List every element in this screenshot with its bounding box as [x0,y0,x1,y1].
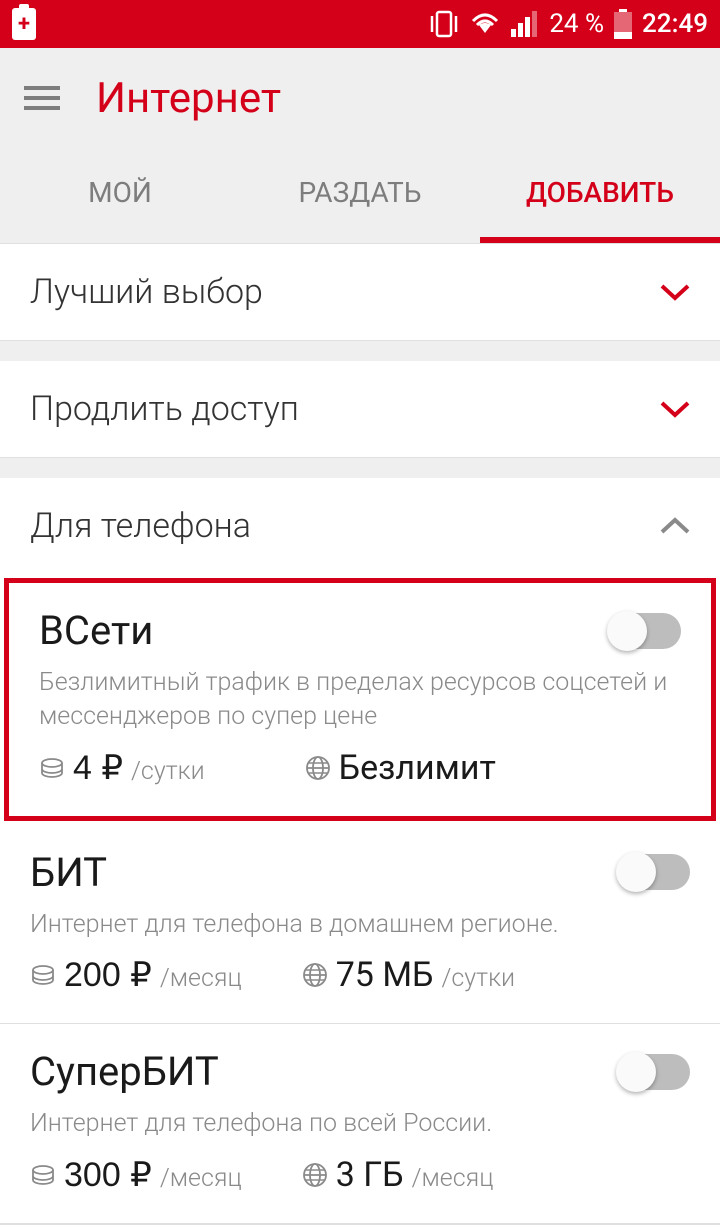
section-extend: Продлить доступ [0,361,720,458]
clock: 22:49 [642,9,708,39]
tabs: МОЙ РАЗДАТЬ ДОБАВИТЬ [0,148,720,244]
data-value: 75 МБ [336,955,434,995]
option-card-vseti[interactable]: ВСети Безлимитный трафик в пределах ресу… [4,578,716,821]
stat-data: Безлимит [305,748,496,788]
section-title: Лучший выбор [30,272,263,312]
globe-icon [302,962,328,988]
price-value: 300 ₽ [64,1155,152,1195]
tab-share[interactable]: РАЗДАТЬ [240,148,480,243]
price-value: 200 ₽ [64,955,152,995]
wifi-icon [469,11,501,37]
stat-price: 200 ₽ /месяц [30,955,242,995]
toggle-switch[interactable] [609,613,681,649]
stat-price: 4 ₽ /сутки [39,748,205,788]
stat-data: 3 ГБ /месяц [302,1155,494,1195]
option-desc: Интернет для телефона в домашнем регионе… [30,908,690,942]
status-bar: 24 % 22:49 [0,0,720,48]
data-unit: /месяц [412,1164,494,1193]
price-value: 4 ₽ [73,748,123,788]
coins-icon [30,962,56,988]
section-title: Для телефона [30,506,251,546]
tab-add[interactable]: ДОБАВИТЬ [480,148,720,243]
coins-icon [39,755,65,781]
tab-my[interactable]: МОЙ [0,148,240,243]
chevron-down-icon [660,394,690,424]
coins-icon [30,1162,56,1188]
section-for-phone: Для телефона ВСети Безлимитный трафик в … [0,478,720,1225]
signal-icon [511,11,539,37]
section-row-best-choice[interactable]: Лучший выбор [0,244,720,340]
battery-percent: 24 % [549,9,604,39]
battery-icon [614,9,632,39]
menu-icon[interactable] [24,86,60,110]
status-right: 24 % 22:49 [429,9,708,39]
globe-icon [305,755,331,781]
section-row-for-phone[interactable]: Для телефона [0,478,720,574]
status-left [12,8,36,40]
section-best-choice: Лучший выбор [0,244,720,341]
stat-data: 75 МБ /сутки [302,955,515,995]
option-card-bit[interactable]: БИТ Интернет для телефона в домашнем рег… [0,825,720,1025]
globe-icon [302,1162,328,1188]
section-row-extend[interactable]: Продлить доступ [0,361,720,457]
section-title: Продлить доступ [30,389,299,429]
option-card-superbit[interactable]: СуперБИТ Интернет для телефона по всей Р… [0,1024,720,1224]
app-header: Интернет [0,48,720,148]
option-name: СуперБИТ [30,1048,219,1095]
data-unit: /сутки [441,964,515,993]
price-unit: /месяц [160,1164,242,1193]
page-title: Интернет [96,74,281,123]
chevron-up-icon [660,511,690,541]
option-name: ВСети [39,607,153,654]
battery-saver-icon [12,8,36,40]
data-value: 3 ГБ [336,1155,404,1195]
chevron-down-icon [660,277,690,307]
option-desc: Безлимитный трафик в пределах ресурсов с… [39,666,681,734]
option-desc: Интернет для телефона по всей России. [30,1107,690,1141]
stat-price: 300 ₽ /месяц [30,1155,242,1195]
price-unit: /месяц [160,964,242,993]
data-value: Безлимит [339,748,496,788]
price-unit: /сутки [131,757,205,786]
option-name: БИТ [30,849,107,896]
toggle-switch[interactable] [618,1054,690,1090]
toggle-switch[interactable] [618,854,690,890]
vibrate-icon [429,10,459,38]
